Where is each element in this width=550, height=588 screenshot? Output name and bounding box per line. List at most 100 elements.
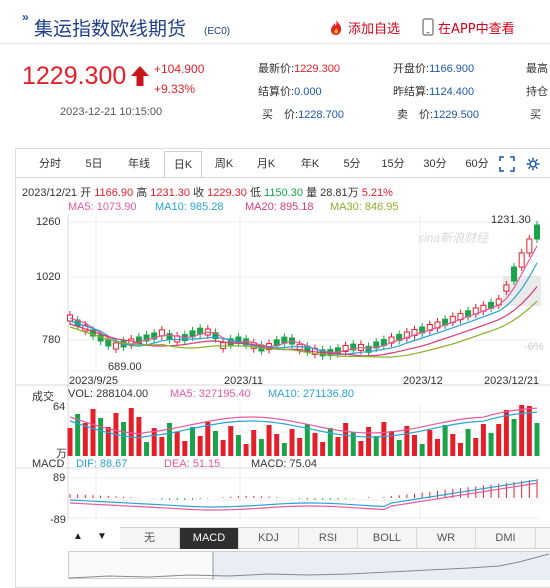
date-axis-start: 2023/9/25 [69,375,118,387]
volume-bar [167,423,173,456]
date-axis-dec: 2023/12 [403,375,443,387]
right-pct-label: -6% [524,341,544,353]
candle [511,266,518,282]
indicator-tabs: 无 MACD KDJ RSI BOLL WR DMI [120,527,550,549]
volume-bar [258,439,264,456]
volume-bar [534,423,540,456]
volume-value: VOL: 288104.00 [68,388,149,400]
volume-bar [366,427,372,456]
macd-line [69,482,538,511]
macd-value: MACD: 75.04 [251,458,318,470]
volume-bars [67,405,540,456]
volume-bar [442,425,448,456]
volume-title: 成交 [32,391,54,403]
scroll-down-arrow-icon[interactable]: ▼ [97,531,107,542]
volume-bar [312,433,318,456]
volume-bar [212,431,218,456]
volume-bar [526,406,532,456]
volume-bar [281,443,287,456]
indicator-boll[interactable]: BOLL [358,528,417,549]
volume-bar [434,439,440,456]
volume-bar [182,441,188,456]
volume-bar [450,434,456,456]
volume-axis-top: 64 [53,401,66,413]
volume-ma5: MA5: 327195.40 [170,388,251,400]
volume-bar [496,424,502,456]
volume-bar [205,422,211,456]
macd-histogram [69,479,538,500]
candle [105,339,112,347]
macd-axis-top: 89 [53,472,66,484]
volume-bar [220,440,226,456]
indicator-dmi[interactable]: DMI [476,528,536,549]
macd-lines [69,479,538,511]
ma-line [69,245,538,353]
candle [518,252,525,268]
candle [166,333,173,341]
volume-bar [197,436,203,456]
volume-bar [98,418,104,456]
volume-bar [189,427,195,456]
volume-bar [358,441,364,456]
date-axis-nov: 2023/11 [224,375,263,387]
volume-bar [121,422,127,456]
indicator-macd[interactable]: MACD [180,528,239,549]
volume-bar [519,405,525,456]
date-axis-end: 2023/12/21 [484,375,540,387]
volume-bar [297,438,303,456]
volume-bar [174,432,180,456]
kline-chart: sina新浪财经 [16,215,550,520]
volume-bar [473,438,479,456]
volume-bar [503,410,509,456]
candle [503,284,510,292]
volume-bar [67,428,73,456]
volume-bar [90,409,96,456]
indicator-rsi[interactable]: RSI [299,528,358,549]
volume-bar [251,430,257,456]
indicator-kdj[interactable]: KDJ [239,528,299,549]
volume-bar [396,440,402,456]
volume-bar [274,434,280,456]
low-price-label: 689.00 [108,361,142,373]
volume-bar [320,442,326,456]
macd-title: MACD [32,458,65,470]
macd-dea: DEA: 51.15 [164,458,221,470]
volume-bar [235,435,241,456]
indicator-wr[interactable]: WR [417,528,476,549]
volume-bar [381,422,387,456]
scroll-up-arrow-icon[interactable]: ▲ [73,531,83,542]
volume-bar [228,426,234,456]
volume-bar [159,437,165,456]
volume-bar [488,433,494,456]
volume-bar [82,423,88,456]
volume-bar [266,425,272,456]
volume-bar [412,435,418,456]
volume-bar [419,444,425,456]
indicator-none[interactable]: 无 [120,528,180,549]
volume-bar [105,427,111,456]
volume-bar [289,429,295,456]
volume-bar [427,430,433,456]
range-navigator-sparkline [69,552,550,580]
volume-bar [243,444,249,456]
macd-dif: DIF: 88.67 [76,458,128,470]
range-navigator[interactable] [68,551,550,580]
volume-bar [144,442,150,456]
volume-ma10: MA10: 271136.80 [268,388,355,400]
watermark-text: sina新浪财经 [418,231,490,245]
volume-bar [373,436,379,456]
candle [534,224,540,240]
ma-line [69,300,538,358]
volume-bar [511,419,517,456]
volume-bar [389,431,395,456]
volume-bar [480,424,486,456]
volume-bar [343,423,349,456]
high-price-label: 1231.30 [491,214,531,226]
volume-bar [128,408,134,456]
volume-bar [335,437,341,456]
candle [526,238,533,254]
volume-bar [136,417,142,456]
volume-bar [465,429,471,456]
volume-bar [457,443,463,456]
candle [112,342,119,350]
